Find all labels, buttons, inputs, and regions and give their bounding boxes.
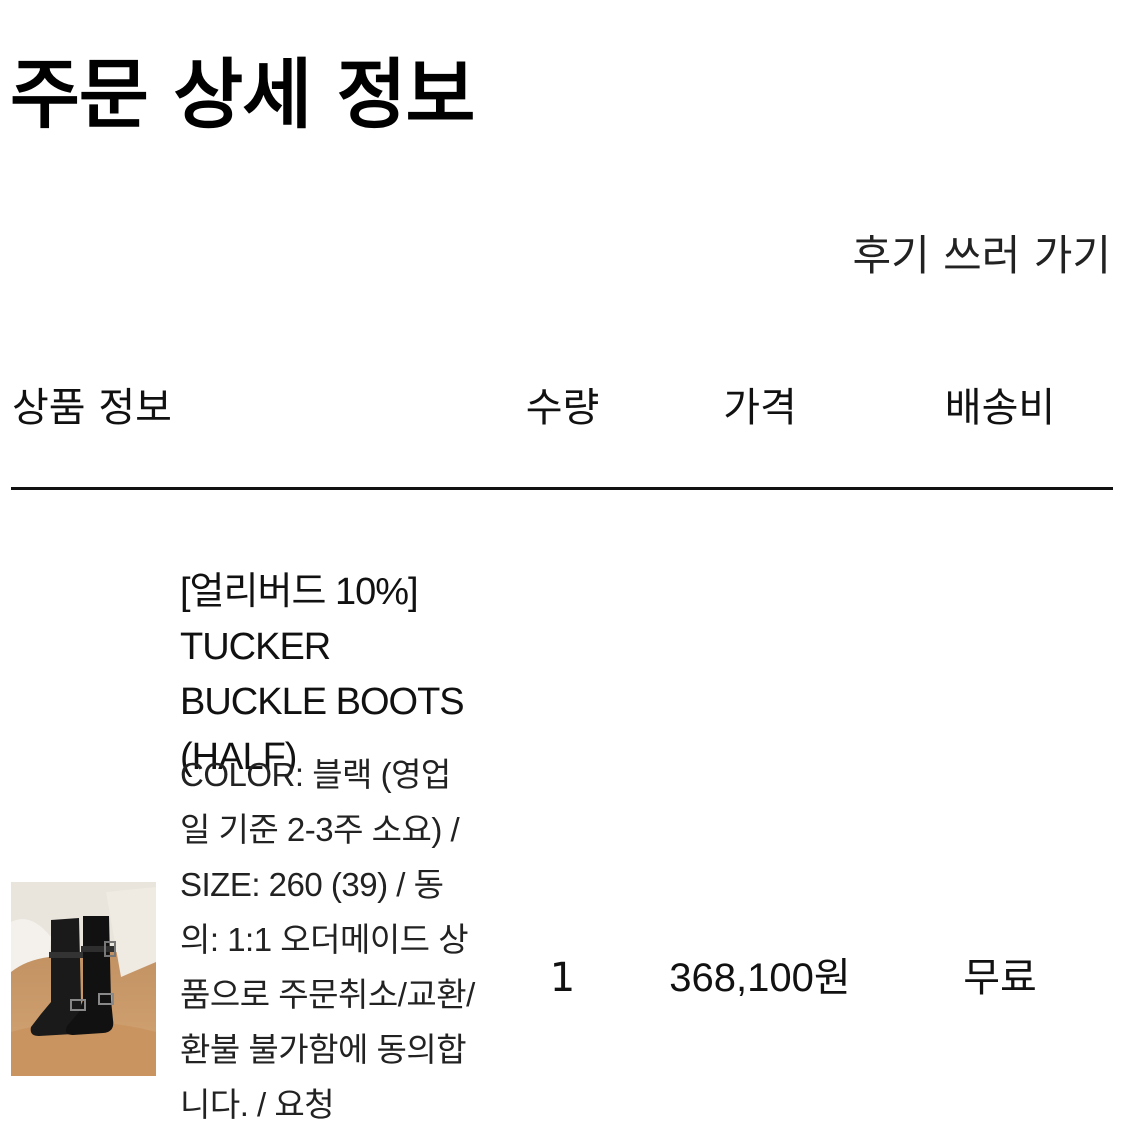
price-value: 368,100원: [669, 956, 851, 1000]
product-option: COLOR: 블랙 (영업일 기준 2-3주 소요) / SIZE: 260 (…: [180, 756, 475, 1123]
page-title: 주문 상세 정보: [10, 50, 475, 139]
column-header-product: 상품 정보: [12, 385, 172, 431]
shipping-value: 무료: [963, 955, 1037, 1001]
boots-photo-icon: [11, 882, 156, 1076]
quantity-value: 1: [549, 955, 576, 1001]
column-header-shipping: 배송비: [944, 385, 1056, 431]
write-review-link[interactable]: 후기 쓰러 가기: [852, 226, 1111, 286]
column-header-quantity: 수량: [525, 385, 600, 431]
table-header-divider: [11, 487, 1113, 490]
product-thumbnail[interactable]: [11, 882, 156, 1076]
column-header-price: 가격: [723, 385, 797, 431]
